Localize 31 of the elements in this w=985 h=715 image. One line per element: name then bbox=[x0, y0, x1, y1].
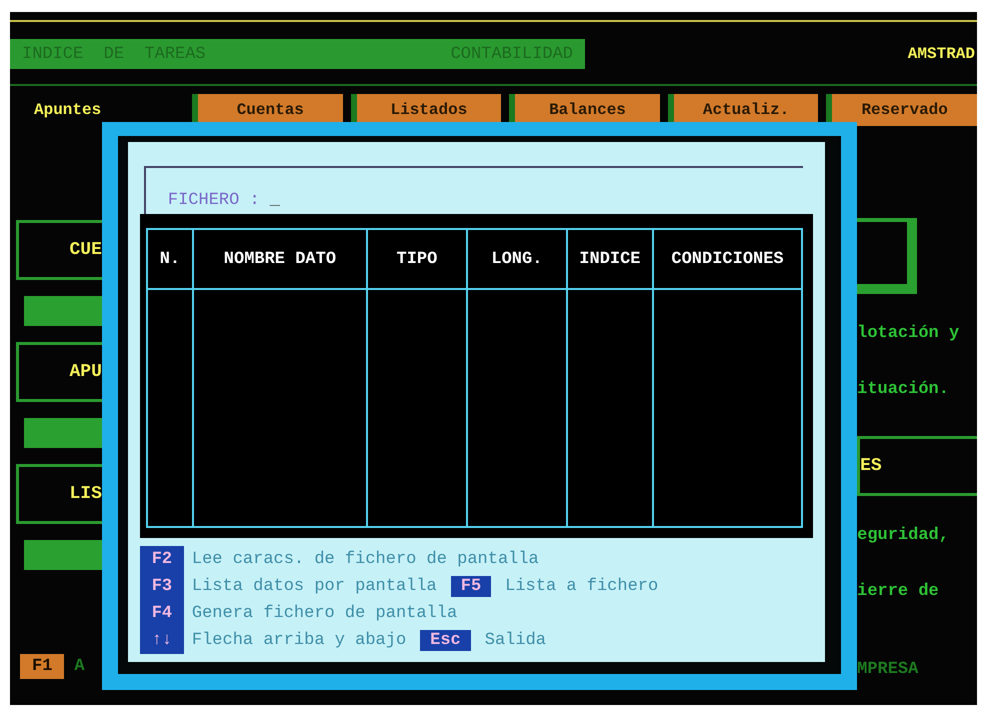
key-description: Lista datos por pantalla bbox=[192, 577, 437, 596]
column-header: LONG. bbox=[466, 230, 566, 290]
description-text: eguridad, bbox=[857, 526, 950, 547]
column-header: NOMBRE DATO bbox=[192, 230, 366, 290]
description-text: ituación. bbox=[857, 380, 950, 401]
column-header: TIPO bbox=[366, 230, 466, 290]
menu-tab[interactable]: Reservado bbox=[826, 94, 977, 126]
column-header: INDICE bbox=[566, 230, 652, 290]
key-label[interactable]: F4 bbox=[140, 600, 184, 627]
key-description: Lee caracs. de fichero de pantalla bbox=[192, 550, 539, 569]
field-label: FICHERO : bbox=[168, 191, 260, 210]
key-label[interactable]: F1 bbox=[20, 654, 64, 679]
menu-box[interactable]: ES bbox=[857, 436, 977, 496]
key-label[interactable]: F5 bbox=[450, 576, 492, 597]
menu-tab[interactable]: Apuntes bbox=[10, 94, 184, 126]
key-description: Lista a fichero bbox=[505, 577, 658, 596]
input-field[interactable]: _ bbox=[270, 191, 280, 210]
key-description: Salida bbox=[484, 631, 546, 650]
column-header: CONDICIONES bbox=[652, 230, 802, 290]
brand-text: AMSTRAD bbox=[908, 45, 976, 63]
key-label[interactable]: F3 bbox=[140, 573, 184, 600]
description-text: ierre de bbox=[857, 582, 940, 603]
column-header: N. bbox=[148, 230, 192, 290]
key-label[interactable]: Esc bbox=[420, 630, 471, 651]
key-label[interactable]: F2 bbox=[140, 546, 184, 573]
key-description: Flecha arriba y abajo bbox=[192, 631, 406, 650]
key-description: Genera fichero de pantalla bbox=[192, 604, 458, 623]
status-text: MPRESA bbox=[857, 660, 918, 679]
status-text: A bbox=[74, 657, 85, 676]
description-text: lotación y bbox=[857, 324, 960, 345]
key-label[interactable]: ↑↓ bbox=[140, 627, 184, 654]
